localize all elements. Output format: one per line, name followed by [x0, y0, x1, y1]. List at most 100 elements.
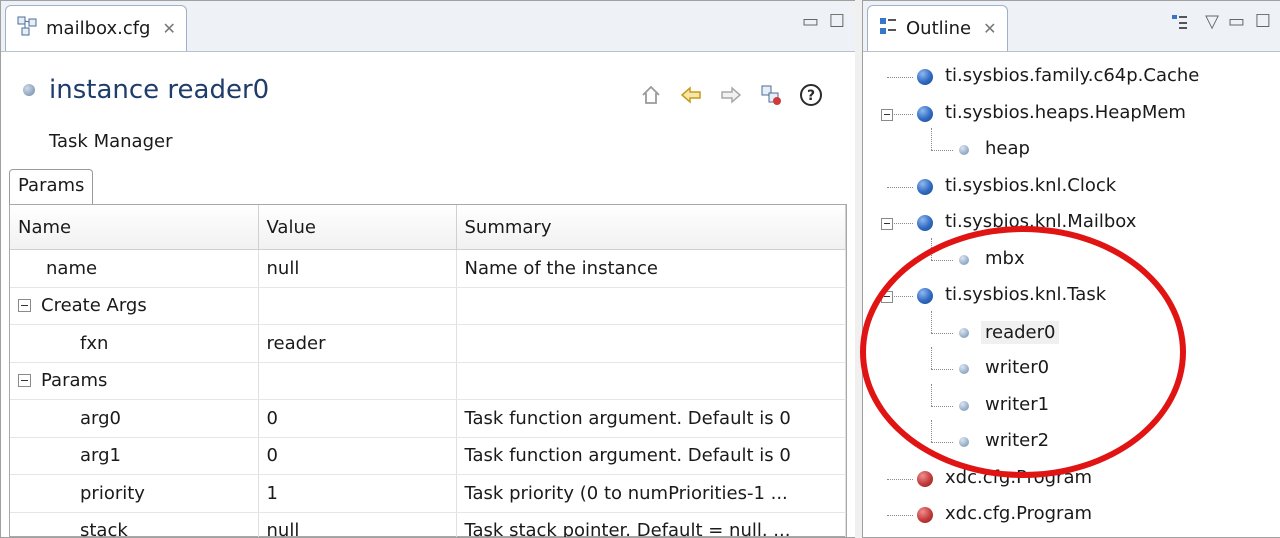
tree-connector — [931, 150, 953, 151]
help-icon[interactable]: ? — [797, 81, 825, 109]
collapse-icon[interactable] — [881, 218, 893, 230]
param-value[interactable]: 0 — [258, 399, 457, 438]
maximize-icon[interactable]: ☐ — [1255, 13, 1271, 31]
param-summary: Task function argument. Default is 0 — [456, 399, 846, 438]
param-name: stack — [10, 512, 259, 537]
tree-item[interactable]: ti.sysbios.knl.Clock — [873, 169, 1280, 206]
maximize-icon[interactable]: ☐ — [829, 13, 845, 31]
program-object-icon — [917, 507, 933, 523]
tree-item[interactable]: ti.sysbios.family.c64p.Cache — [873, 59, 1280, 96]
tree-item-label: mbx — [985, 247, 1025, 269]
params-table: Name Value Summary name null Name of the… — [9, 204, 847, 537]
param-value[interactable]: 1 — [258, 474, 457, 513]
tree-item[interactable]: writer0 — [873, 347, 1280, 388]
tree-connector — [931, 383, 932, 406]
tab-label: mailbox.cfg — [46, 18, 151, 39]
tree-item[interactable]: writer1 — [873, 383, 1280, 425]
tree-item[interactable]: xdc.cfg.Program — [873, 461, 1280, 498]
minimize-icon[interactable]: ▭ — [1228, 13, 1245, 31]
view-menu-icon[interactable]: ▽ — [1205, 13, 1219, 31]
module-icon — [917, 215, 933, 231]
tree-connector — [931, 332, 953, 334]
table-group-row[interactable]: Params — [10, 362, 846, 400]
tree-view-icon[interactable] — [1171, 13, 1189, 35]
tree-connector — [931, 259, 953, 261]
close-icon[interactable]: ✕ — [162, 19, 175, 38]
program-object-icon — [917, 470, 933, 487]
column-header-summary[interactable]: Summary — [456, 205, 846, 250]
config-file-icon — [16, 15, 38, 42]
column-header-value[interactable]: Value — [258, 205, 457, 250]
minimize-icon[interactable]: ▭ — [802, 13, 819, 31]
instance-icon — [959, 327, 969, 338]
instance-icon — [959, 400, 969, 411]
tree-item[interactable]: heap — [873, 128, 1280, 169]
collapse-icon[interactable] — [881, 108, 893, 121]
form-toolbar: ? — [637, 81, 825, 109]
outline-pane: Outline ✕ ▽ ▭ ☐ ti.sysbios.family.c64p.C… — [862, 0, 1280, 538]
tree-item[interactable]: xdc.cfg.Program — [873, 497, 1280, 534]
param-summary: Task function argument. Default is 0 — [456, 437, 846, 475]
tree-item[interactable]: reader0 — [873, 310, 1280, 352]
tree-connector — [931, 442, 953, 443]
tree-item-label: ti.sysbios.family.c64p.Cache — [945, 65, 1200, 86]
param-value[interactable]: null — [258, 249, 457, 288]
tree-connector — [887, 478, 913, 480]
param-summary: Name of the instance — [456, 249, 846, 288]
module-icon — [917, 69, 933, 85]
param-value[interactable]: reader — [258, 324, 457, 363]
tab-mailbox-cfg[interactable]: mailbox.cfg ✕ — [5, 5, 187, 51]
module-icon — [917, 178, 933, 195]
editor-tabbar: mailbox.cfg ✕ ▭ ☐ — [1, 1, 855, 52]
tree-item[interactable]: ti.sysbios.heaps.HeapMem — [873, 96, 1280, 133]
forward-arrow-icon[interactable] — [717, 81, 745, 109]
tree-item[interactable]: mbx — [873, 237, 1280, 279]
tree-item[interactable]: ti.sysbios.knl.Mailbox — [873, 205, 1280, 242]
group-label: Create Args — [41, 295, 147, 317]
param-name: priority — [10, 474, 259, 513]
param-name: name — [10, 249, 259, 288]
table-group-row[interactable]: Create Args — [10, 287, 846, 325]
table-row[interactable]: priority 1 Task priority (0 to numPriori… — [10, 474, 846, 513]
collapse-icon[interactable] — [881, 291, 893, 303]
form-header: instance reader0 — [23, 75, 269, 105]
collapse-icon[interactable] — [18, 299, 31, 313]
tree-connector — [931, 405, 953, 407]
tree-connector — [887, 515, 913, 516]
param-name: fxn — [10, 324, 259, 363]
tree-item-label: writer2 — [985, 430, 1050, 451]
param-value[interactable]: 0 — [258, 437, 457, 475]
param-summary: Task stack pointer. Default = null. ... — [456, 512, 846, 537]
back-arrow-icon[interactable] — [677, 81, 705, 109]
page-title: instance reader0 — [49, 75, 270, 105]
table-row[interactable]: name null Name of the instance — [10, 249, 846, 288]
tree-item-label-selected: reader0 — [981, 320, 1060, 344]
module-icon — [917, 288, 933, 304]
home-icon[interactable] — [637, 81, 665, 109]
tree-item-label: writer1 — [985, 393, 1050, 415]
instance-icon — [959, 364, 969, 374]
module-settings-icon[interactable] — [757, 81, 785, 109]
pane-sash[interactable] — [855, 0, 862, 538]
table-row[interactable]: fxn reader — [10, 324, 846, 363]
tree-connector — [931, 369, 953, 370]
tab-params[interactable]: Params — [9, 169, 94, 205]
param-summary: Task priority (0 to numPriorities-1 ... — [456, 474, 846, 513]
table-row[interactable]: stack null Task stack pointer. Default =… — [10, 512, 846, 537]
table-header-row: Name Value Summary — [10, 205, 846, 250]
column-header-name[interactable]: Name — [10, 205, 259, 250]
tree-connector — [931, 420, 932, 442]
module-subtitle: Task Manager — [49, 131, 173, 152]
tree-item[interactable]: writer2 — [873, 420, 1280, 461]
tab-label: Outline — [906, 18, 972, 39]
tab-outline[interactable]: Outline ✕ — [867, 5, 1008, 51]
close-icon[interactable]: ✕ — [983, 19, 996, 38]
tree-item-label: xdc.cfg.Program — [945, 503, 1093, 524]
tree-item-label: ti.sysbios.knl.Task — [945, 284, 1107, 305]
table-row[interactable]: arg1 0 Task function argument. Default i… — [10, 437, 846, 475]
table-row[interactable]: arg0 0 Task function argument. Default i… — [10, 399, 846, 438]
tree-item-label: ti.sysbios.knl.Clock — [945, 174, 1117, 196]
collapse-icon[interactable] — [18, 374, 31, 388]
param-value[interactable]: null — [258, 512, 457, 537]
tree-item[interactable]: ti.sysbios.knl.Task — [873, 278, 1280, 315]
